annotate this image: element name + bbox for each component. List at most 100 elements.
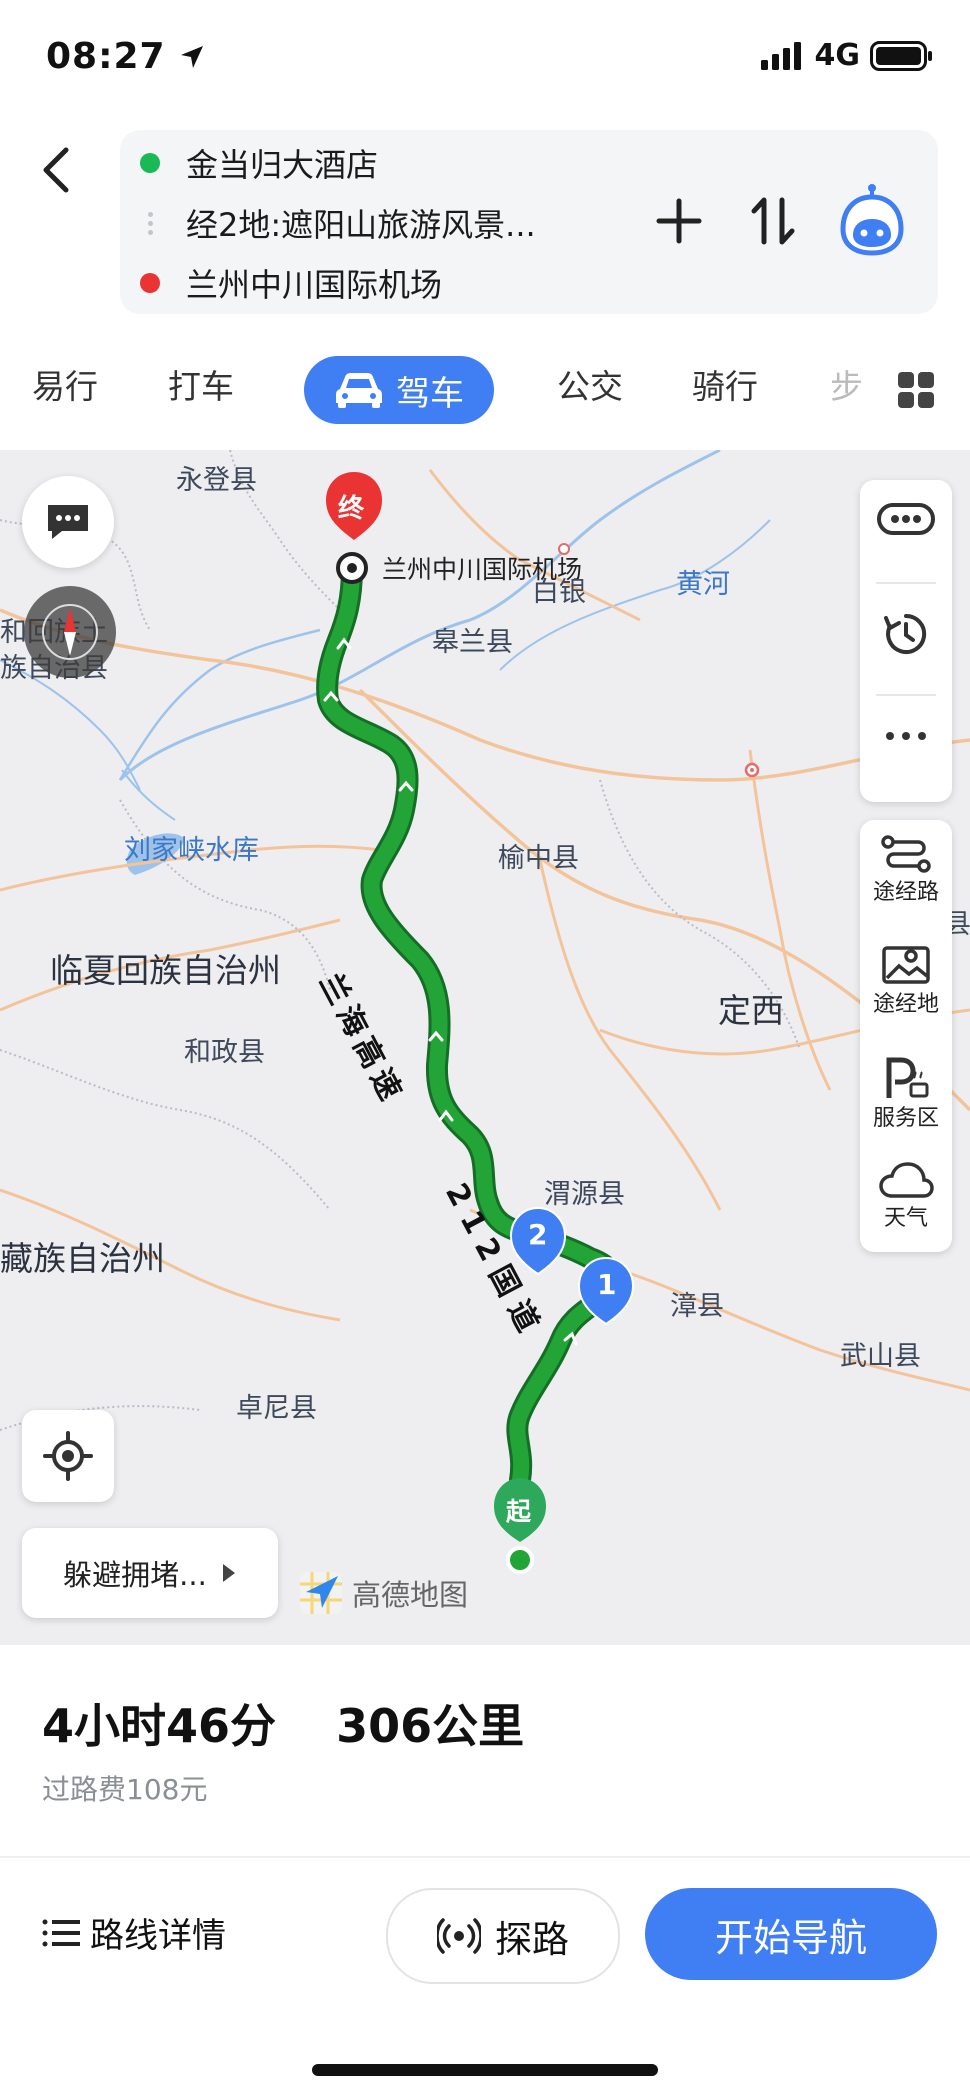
start-marker-label: 起 [506,1497,532,1526]
compass-icon [42,604,98,660]
chat-icon [48,505,88,539]
my-location-button[interactable] [22,1410,114,1502]
tab-taxi[interactable]: 打车 [168,360,234,408]
home-indicator[interactable] [312,2064,658,2076]
end-marker-label: 终 [338,494,365,524]
battery-icon [870,40,932,71]
label-weiyuan: 渭源县 [544,1179,625,1210]
tab-drive-label: 驾车 [396,373,464,414]
label-zangzu: 藏族自治州 [0,1239,165,1278]
waypoint-dots [140,211,160,235]
route-options-panel: 途经路 途经地 服务区 天气 [860,820,952,1252]
tab-transit[interactable]: 公交 [557,360,623,408]
departure-time-button[interactable] [860,610,952,658]
label-baiyin: 白银 [532,577,586,608]
waypoint-1-label: 1 [597,1268,617,1301]
broadcast-icon [437,1918,481,1954]
label-yongdeng: 永登县 [176,465,257,496]
more-button[interactable] [860,730,952,742]
destination-dot [140,273,160,293]
waypoint-place-button[interactable]: 途经地 [860,942,952,1018]
play-triangle-icon [222,1564,235,1582]
label-dingxi: 定西 [718,991,784,1030]
route-details-label: 路线详情 [90,1916,226,1956]
grid-icon[interactable] [898,372,934,408]
destination-name: 兰州中川国际机场 [186,266,443,304]
amap-brand: 高德地图 [298,1570,468,1616]
chevron-left-icon [43,147,69,193]
label-zhuoni: 卓尼县 [236,1393,317,1424]
toll-fee: 过路费108元 [42,1773,208,1806]
brand-name: 高德地图 [352,1578,469,1612]
traffic-toggle-button[interactable] [860,502,952,536]
signal-icon [760,41,801,70]
label-zhangxian: 漳县 [670,1291,724,1322]
tab-drive[interactable]: 驾车 [304,356,494,424]
map-tools-panel [860,480,952,802]
avoid-congestion-button[interactable]: 躲避拥堵... [22,1528,278,1618]
amap-logo-icon [300,1572,342,1614]
tab-walk[interactable]: 步 [830,360,863,408]
waypoints-text: 经2地:遮阳山旅游风景... [186,206,536,244]
back-button[interactable] [30,140,80,200]
traffic-icon [877,503,935,535]
label-linxia: 临夏回族自治州 [50,951,281,990]
label-yellow-river: 黄河 [676,569,730,600]
status-indicators: 4G [760,38,935,73]
service-area-button[interactable]: 服务区 [860,1056,952,1132]
clock-icon [884,613,927,654]
map-view[interactable]: 终 起 2 1 永登县 兰州中川国际机场 白银 黄河 皋兰县 和回族土 族自治县… [0,450,970,1645]
road-5 [538,859,722,1211]
waypoint-place-label: 途经地 [872,992,939,1017]
route-road-icon [881,835,931,873]
river-5 [121,769,176,821]
label-wushan: 武山县 [840,1341,921,1372]
transport-tabs: 易行 打车 驾车 公交 骑行 步 [0,352,970,428]
plus-icon [656,198,702,244]
start-navigation-label: 开始导航 [714,1915,867,1960]
car-icon [336,373,382,408]
route-summary: 4小时46分 306公里 [42,1690,524,1756]
waypoints-row[interactable]: 经2地:遮阳山旅游风景... [140,200,536,246]
clock-text: 08:27 [46,36,166,77]
label-liujiaxia: 刘家峡水库 [124,835,259,866]
distance: 306公里 [336,1699,525,1753]
assistant-button[interactable] [832,180,912,260]
label-gaolan: 皋兰县 [432,627,513,658]
waypoint-road-label: 途经路 [872,880,939,905]
origin-name: 金当归大酒店 [186,146,379,184]
assistant-mascot-icon [840,184,904,256]
origin-dot [140,153,160,173]
start-navigation-button[interactable]: 开始导航 [645,1888,937,1980]
locate-icon [43,1431,93,1481]
list-icon [42,1919,80,1946]
swap-route-button[interactable] [738,186,808,256]
service-area-label: 服务区 [872,1106,939,1131]
waypoint-2-label: 2 [528,1218,548,1251]
place-map-icon [882,946,930,984]
avoid-congestion-label: 躲避拥堵... [63,1558,207,1592]
network-type: 4G [814,38,861,73]
route-card: 金当归大酒店 经2地:遮阳山旅游风景... 兰州中川国际机场 [120,130,938,314]
route-details-button[interactable]: 路线详情 [42,1908,226,1957]
weather-button[interactable]: 天气 [860,1160,952,1232]
tab-bike[interactable]: 骑行 [692,360,758,408]
compass-button[interactable] [24,586,116,678]
destination-row[interactable]: 兰州中川国际机场 [140,260,442,306]
boundary-3 [0,779,801,1431]
start-point [506,1546,534,1574]
service-area-icon [886,1057,929,1098]
waypoint-road-button[interactable]: 途经路 [860,834,952,906]
label-hezheng: 和政县 [184,1037,265,1068]
divider [0,1856,970,1858]
tab-easy-ride[interactable]: 易行 [32,360,98,408]
message-button[interactable] [22,476,114,568]
more-icon [886,732,926,740]
location-arrow-icon [181,46,204,68]
add-waypoint-button[interactable] [644,186,714,256]
probe-road-button[interactable]: 探路 [386,1888,620,1984]
label-yuzhong: 榆中县 [498,843,579,874]
status-time: 08:27 [46,36,205,77]
duration: 4小时46分 [42,1699,277,1753]
origin-row[interactable]: 金当归大酒店 [140,140,378,186]
